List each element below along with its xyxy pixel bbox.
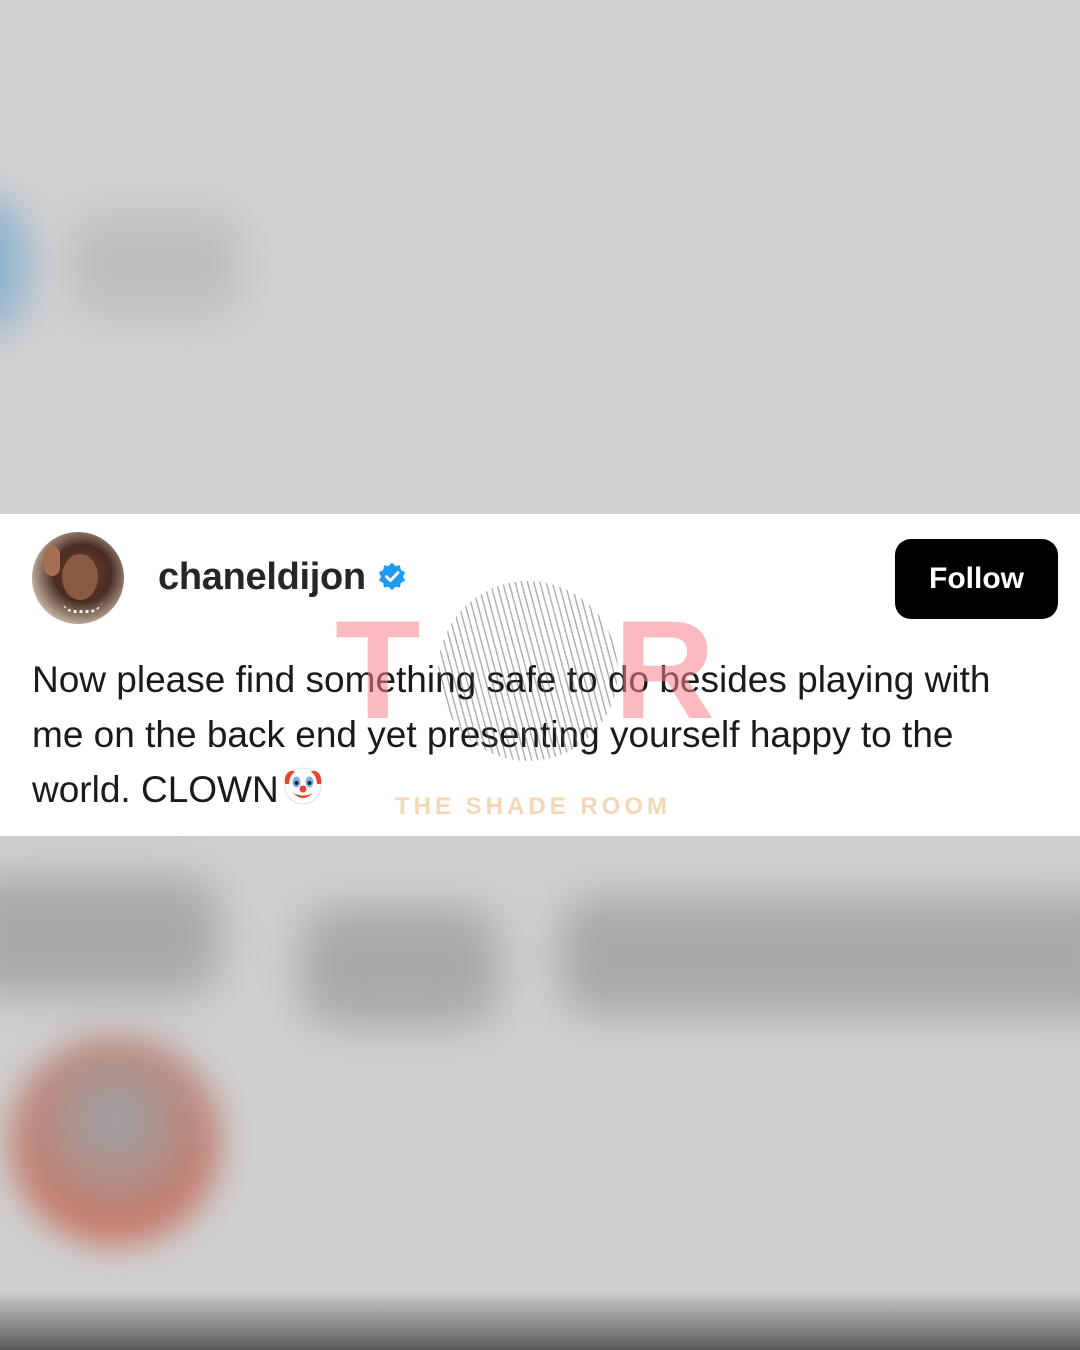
blurred-text-fragment	[0, 876, 220, 996]
blurred-text-fragment	[300, 906, 500, 1026]
avatar[interactable]	[32, 532, 124, 624]
username[interactable]: chaneldijon	[158, 556, 366, 599]
username-row: chaneldijon	[158, 554, 408, 600]
bottom-shade	[0, 1290, 1080, 1350]
blurred-background-top	[0, 0, 1080, 514]
avatar-face	[62, 554, 98, 600]
follow-button[interactable]: Follow	[895, 539, 1058, 619]
verified-badge-icon	[378, 562, 405, 591]
blurred-avatar	[0, 195, 30, 335]
blurred-background-bottom	[0, 836, 1080, 1350]
clown-face-icon	[284, 767, 322, 805]
post-text: Now please find something safe to do bes…	[32, 652, 1042, 817]
post-text-content: Now please find something safe to do bes…	[32, 659, 991, 810]
avatar-hand	[44, 546, 60, 576]
avatar-necklace	[62, 600, 102, 613]
blurred-clown-emoji	[10, 1036, 220, 1246]
blurred-username	[70, 215, 240, 315]
blurred-text-fragment	[560, 896, 1080, 1016]
post-card: chaneldijon Follow Now please find somet…	[0, 514, 1080, 836]
